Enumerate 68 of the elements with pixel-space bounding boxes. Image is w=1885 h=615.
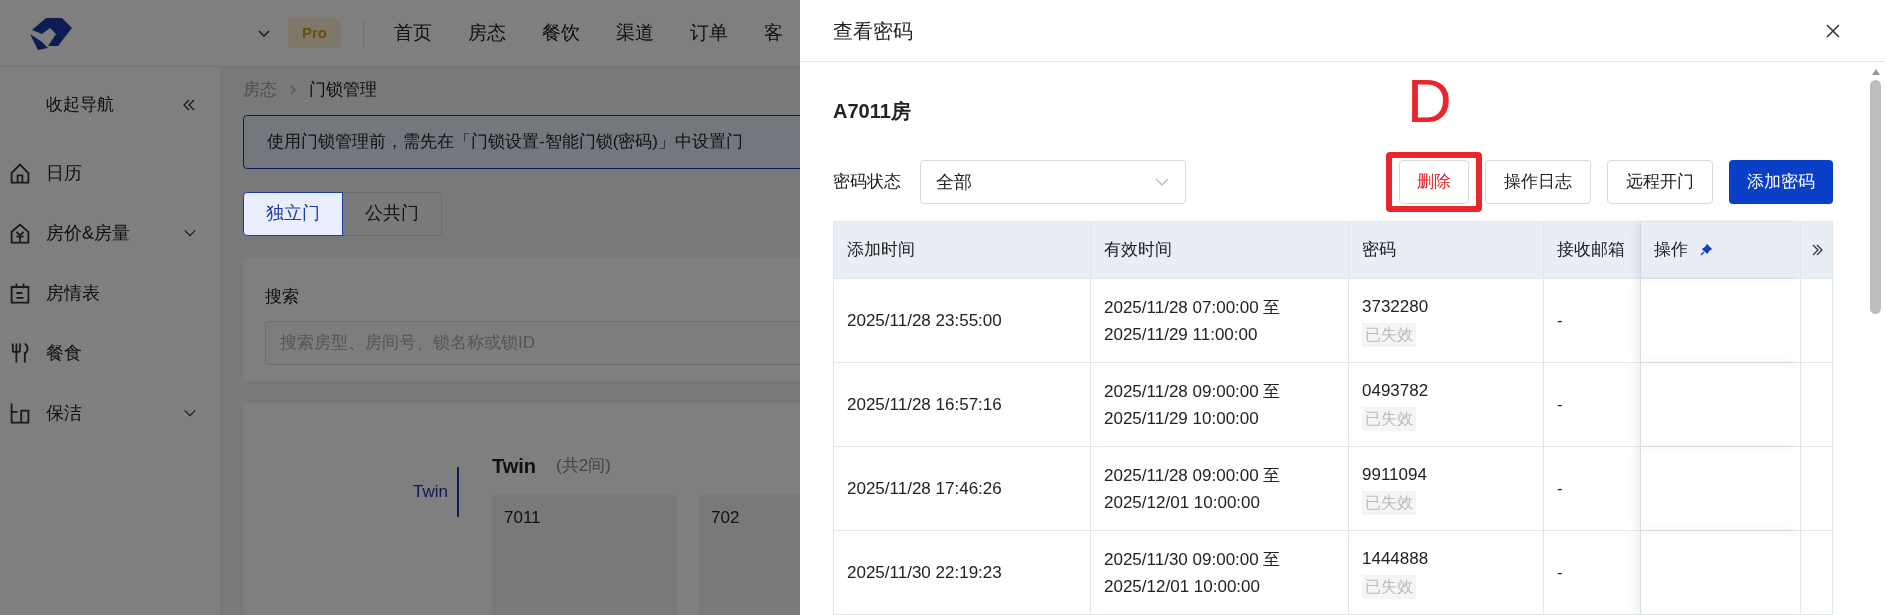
table-cell-text: - [1557, 393, 1564, 416]
breadcrumb-current: 门锁管理 [309, 79, 377, 102]
close-icon[interactable] [1825, 22, 1841, 39]
add-button[interactable]: 添加密码 [1729, 160, 1833, 204]
column-header: 添加时间 [847, 239, 915, 262]
pin-icon[interactable] [1700, 244, 1712, 256]
action-button[interactable]: 远程开门 [1607, 160, 1713, 204]
filter-label: 密码状态 [833, 171, 901, 194]
table-cell-text: 2025/11/29 10:00:00 [1104, 407, 1260, 430]
drawer-title: 查看密码 [833, 18, 913, 44]
nav-link[interactable]: 首页 [394, 18, 432, 48]
yen-house-icon [8, 221, 32, 245]
table-cell-text: 2025/11/28 09:00:00 至 [1104, 380, 1282, 403]
nav-link[interactable]: 客 [764, 18, 783, 48]
door-tab[interactable]: 独立门 [243, 191, 343, 236]
nav-link[interactable]: 房态 [468, 18, 506, 48]
double-chevron-left-icon[interactable] [181, 97, 197, 113]
password-text: 0493782 [1362, 380, 1429, 403]
action-button[interactable]: 操作日志 [1485, 160, 1591, 204]
table-cell-text: - [1557, 477, 1564, 500]
room-number: 7011 [503, 508, 541, 527]
table-cell-text: - [1557, 561, 1564, 584]
status-tag: 已失效 [1362, 490, 1416, 515]
room-number: 702 [710, 508, 740, 527]
house-icon [8, 161, 32, 185]
table-cell-text: 2025/11/29 11:00:00 [1104, 323, 1259, 346]
table-cell-text: 2025/11/30 09:00:00 至 [1104, 548, 1282, 571]
table-cell-text: 2025/11/28 07:00:00 至 [1104, 296, 1282, 319]
table-cell-text: 2025/12/01 10:00:00 [1104, 575, 1261, 598]
room-card[interactable]: 7011 [491, 495, 677, 615]
table-cell-text: 2025/12/01 10:00:00 [1104, 491, 1261, 514]
column-header: 密码 [1362, 239, 1396, 262]
room-count: (共2间) [556, 455, 611, 478]
search-label: 搜索 [265, 285, 299, 308]
status-tag: 已失效 [1362, 406, 1416, 431]
calendar-icon [8, 281, 32, 305]
column-header: 接收邮箱 [1557, 239, 1625, 262]
status-tag: 已失效 [1362, 574, 1416, 599]
scrollbar-thumb[interactable] [1870, 80, 1881, 314]
table-cell-text: 2025/11/28 16:57:16 [847, 393, 1003, 416]
sidebar-item[interactable]: 房价&房量 [46, 219, 183, 247]
table-cell-text: - [1557, 309, 1564, 332]
cleaning-icon [8, 401, 32, 425]
room-type-tab[interactable]: Twin [413, 467, 459, 517]
password-text: 9911094 [1362, 464, 1427, 487]
sidebar-item[interactable]: 房情表 [46, 279, 197, 307]
table-cell-text: 2025/11/28 09:00:00 至 [1104, 464, 1282, 487]
room-title: A7011房 [833, 99, 911, 124]
sidebar-item[interactable]: 保洁 [46, 399, 183, 427]
status-tag: 已失效 [1362, 322, 1416, 347]
column-header: 有效时间 [1104, 239, 1172, 262]
table-cell-text: 2025/11/28 23:55:00 [847, 309, 1003, 332]
annotation-letter: D [1407, 70, 1452, 132]
status-select[interactable]: 全部 [920, 160, 1186, 204]
nav-link[interactable]: 渠道 [616, 18, 654, 48]
column-header: 操作 [1654, 239, 1688, 262]
sidebar-item[interactable]: 餐食 [46, 339, 197, 367]
nav-link[interactable]: 订单 [690, 18, 728, 48]
nav-link[interactable]: 餐饮 [542, 18, 580, 48]
notice-text: 使用门锁管理前，需先在「门锁设置-智能门锁(密码)」中设置门 [267, 131, 743, 154]
collapse-nav-link[interactable]: 收起导航 [46, 92, 114, 118]
delete-button[interactable]: 删除 [1399, 160, 1469, 204]
password-text: 3732280 [1362, 296, 1429, 319]
pro-badge: Pro [288, 17, 341, 49]
sidebar-item[interactable]: 日历 [46, 159, 197, 187]
door-tab[interactable]: 公共门 [342, 191, 442, 236]
room-type-title: Twin [491, 454, 537, 479]
password-text: 1444888 [1362, 548, 1429, 571]
